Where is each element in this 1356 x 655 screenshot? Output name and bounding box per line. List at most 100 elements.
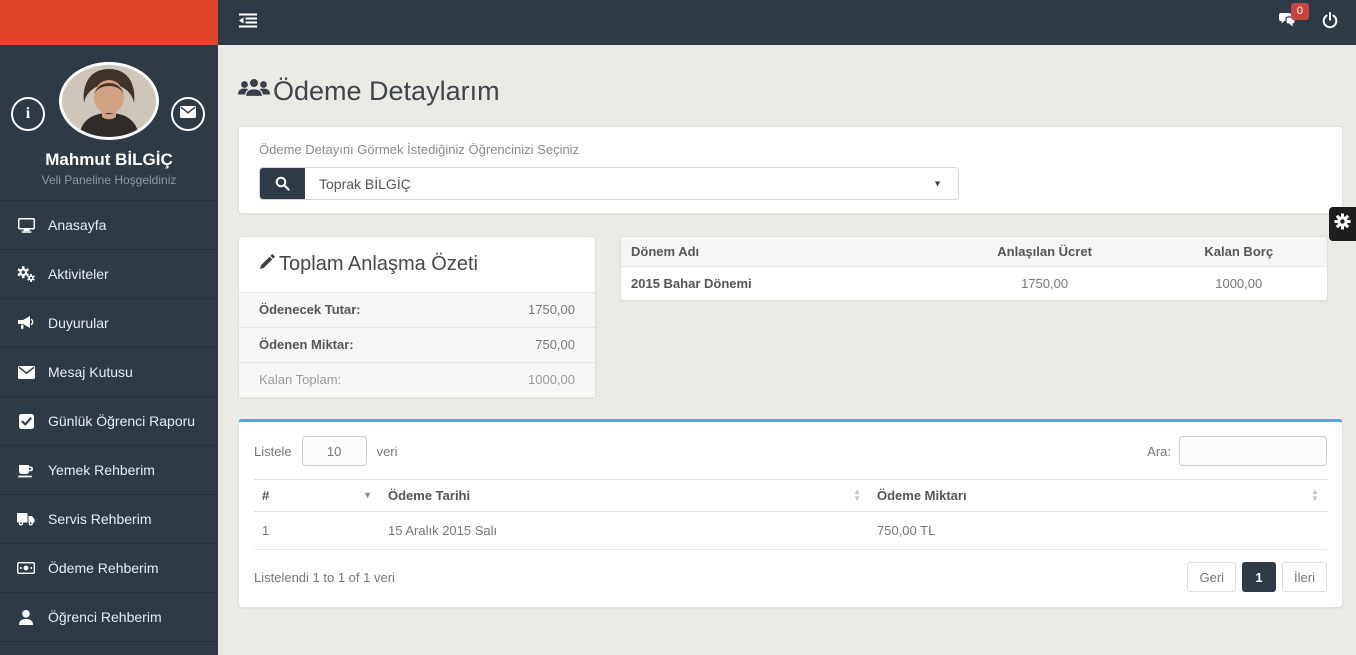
sidebar-item-gunluk-ogrenci-raporu[interactable]: Günlük Öğrenci Raporu xyxy=(0,397,218,446)
table-row: 2015 Bahar Dönemi 1750,00 1000,00 xyxy=(621,266,1327,300)
app-window: 0 i Mahmut BİLGİÇ Veli Paneline Hoşgeldi… xyxy=(0,0,1356,655)
page-length-label-after: veri xyxy=(376,443,398,459)
sort-desc-icon: ▼ xyxy=(363,490,372,500)
period-table-header-row: Dönem Adı Anlaşılan Ücret Kalan Borç xyxy=(621,237,1327,267)
agreement-summary-card: Toplam Anlaşma Özeti Ödenecek Tutar: 175… xyxy=(238,236,596,398)
agreement-summary-title: Toplam Anlaşma Özeti xyxy=(279,253,478,275)
remaining-debt-cell: 1000,00 xyxy=(1150,266,1327,300)
sidebar-item-anasayfa[interactable]: Anasayfa xyxy=(0,201,218,250)
sidebar-item-mesaj-kutusu[interactable]: Mesaj Kutusu xyxy=(0,348,218,397)
logo-block xyxy=(0,0,218,45)
pagination-prev-button[interactable]: Geri xyxy=(1187,562,1237,592)
summary-value: 750,00 xyxy=(535,337,575,352)
summary-label: Ödenen Miktar: xyxy=(259,337,354,352)
main-content: Ödeme Detaylarım Ödeme Detayını Görmek İ… xyxy=(218,45,1356,655)
student-select[interactable]: Toprak BİLGİÇ ▼ xyxy=(259,167,959,200)
sidebar-item-servis-rehberim[interactable]: Servis Rehberim xyxy=(0,495,218,544)
agreement-summary-header: Toplam Anlaşma Özeti xyxy=(239,237,595,292)
student-select-card: Ödeme Detayını Görmek İstediğiniz Öğrenc… xyxy=(238,126,1343,214)
table-info-text: Listelendi 1 to 1 of 1 veri xyxy=(254,569,395,585)
page-title-text: Ödeme Detaylarım xyxy=(273,76,500,106)
search-icon xyxy=(260,168,305,199)
summary-label: Ödenecek Tutar: xyxy=(259,302,361,317)
sidebar-item-label: Aktiviteler xyxy=(48,266,109,282)
payments-table: # ▼ Ödeme Tarihi ▲ ▼ Ödeme Miktarı ▲ ▼ 1… xyxy=(254,479,1327,550)
datatable-controls: Listele veri Ara: xyxy=(254,436,1327,466)
sidebar-item-ogrenci-rehberim[interactable]: Öğrenci Rehberim xyxy=(0,593,218,642)
profile-subtitle: Veli Paneline Hoşgeldiniz xyxy=(41,173,177,187)
summary-value: 1000,00 xyxy=(528,372,575,387)
sidebar-item-aktiviteler[interactable]: Aktiviteler xyxy=(0,250,218,299)
summary-row-kalan: Kalan Toplam: 1000,00 xyxy=(239,362,595,397)
payments-col-num[interactable]: # ▼ xyxy=(254,479,380,512)
pagination-next-button[interactable]: İleri xyxy=(1282,562,1327,592)
payments-col-date[interactable]: Ödeme Tarihi ▲ ▼ xyxy=(380,479,869,512)
pencil-icon xyxy=(259,253,279,276)
users-group-icon xyxy=(238,75,273,108)
messages-button[interactable]: 0 xyxy=(1264,0,1310,45)
sidebar-item-yemek-rehberim[interactable]: Yemek Rehberim xyxy=(0,446,218,495)
messages-count-badge: 0 xyxy=(1290,3,1309,20)
search-wrap: Ara: xyxy=(1147,436,1327,466)
sidebar-item-duyurular[interactable]: Duyurular xyxy=(0,299,218,348)
outdent-icon xyxy=(239,13,257,33)
megaphone-icon xyxy=(15,315,37,331)
logout-button[interactable] xyxy=(1310,0,1350,45)
period-col-kalan-borc: Kalan Borç xyxy=(1150,237,1327,267)
sidebar-item-label: Öğrenci Rehberim xyxy=(48,609,162,625)
summary-row: Toplam Anlaşma Özeti Ödenecek Tutar: 175… xyxy=(238,236,1343,398)
period-col-anlasilan-ucret: Anlaşılan Ücret xyxy=(938,237,1151,267)
search-label: Ara: xyxy=(1147,443,1171,459)
sidebar-item-label: Ödeme Rehberim xyxy=(48,560,159,576)
payments-header-row: # ▼ Ödeme Tarihi ▲ ▼ Ödeme Miktarı ▲ ▼ xyxy=(254,479,1327,512)
page-title: Ödeme Detaylarım xyxy=(238,75,1343,108)
check-square-icon xyxy=(15,413,37,429)
summary-label: Kalan Toplam: xyxy=(259,372,342,387)
gear-icon xyxy=(1334,213,1351,235)
summary-row-odenecek: Ödenecek Tutar: 1750,00 xyxy=(239,292,595,327)
sidebar-item-label: Servis Rehberim xyxy=(48,511,152,527)
truck-icon xyxy=(15,512,37,526)
summary-row-odenen: Ödenen Miktar: 750,00 xyxy=(239,327,595,362)
sort-icon: ▲ ▼ xyxy=(1311,487,1319,503)
monitor-icon xyxy=(15,217,37,233)
payments-card: Listele veri Ara: # ▼ Ödeme xyxy=(238,419,1343,608)
sidebar-item-odeme-rehberim[interactable]: Ödeme Rehberim xyxy=(0,544,218,593)
period-name-cell: 2015 Bahar Dönemi xyxy=(621,266,939,300)
profile-info-button[interactable]: i xyxy=(11,97,45,131)
topbar: 0 xyxy=(0,0,1356,45)
sidebar-item-label: Anasayfa xyxy=(48,217,107,233)
datatable-footer: Listelendi 1 to 1 of 1 veri Geri 1 İleri xyxy=(254,562,1327,592)
sidebar-item-label: Yemek Rehberim xyxy=(48,462,155,478)
table-search-input[interactable] xyxy=(1179,436,1327,466)
power-icon xyxy=(1322,11,1338,34)
settings-tab-button[interactable] xyxy=(1329,207,1356,241)
sidebar-item-label: Günlük Öğrenci Raporu xyxy=(48,413,196,429)
student-select-label: Ödeme Detayını Görmek İstediğiniz Öğrenc… xyxy=(259,142,580,157)
sidebar-toggle-button[interactable] xyxy=(226,0,270,45)
user-icon xyxy=(15,609,37,625)
coffee-cup-icon xyxy=(15,463,37,478)
topbar-actions: 0 xyxy=(1264,0,1350,45)
banknote-icon xyxy=(15,562,37,574)
sort-icon: ▲ ▼ xyxy=(853,487,861,503)
period-col-donem-adi: Dönem Adı xyxy=(621,237,939,267)
gears-icon xyxy=(15,266,37,282)
envelope-icon xyxy=(180,105,196,123)
profile-name: Mahmut BİLGİÇ xyxy=(45,150,173,169)
payments-col-amount[interactable]: Ödeme Miktarı ▲ ▼ xyxy=(869,479,1327,512)
sidebar: i Mahmut BİLGİÇ Veli Paneline Hoşgeldini… xyxy=(0,45,218,655)
info-icon: i xyxy=(25,105,31,122)
agreed-fee-cell: 1750,00 xyxy=(938,266,1151,300)
page-length-input[interactable] xyxy=(301,436,367,466)
sidebar-nav: Anasayfa Aktiviteler Duyurular Mesaj Kut… xyxy=(0,200,218,642)
payment-index-cell: 1 xyxy=(254,511,380,550)
profile-panel: i Mahmut BİLGİÇ Veli Paneline Hoşgeldini… xyxy=(0,45,218,200)
profile-message-button[interactable] xyxy=(171,97,205,131)
avatar xyxy=(59,62,159,140)
summary-value: 1750,00 xyxy=(528,302,575,317)
period-table-card: Dönem Adı Anlaşılan Ücret Kalan Borç 201… xyxy=(620,236,1328,301)
chevron-down-icon: ▼ xyxy=(933,178,942,188)
payment-date-cell: 15 Aralık 2015 Salı xyxy=(380,511,869,550)
pagination-page-1-button[interactable]: 1 xyxy=(1242,562,1277,592)
